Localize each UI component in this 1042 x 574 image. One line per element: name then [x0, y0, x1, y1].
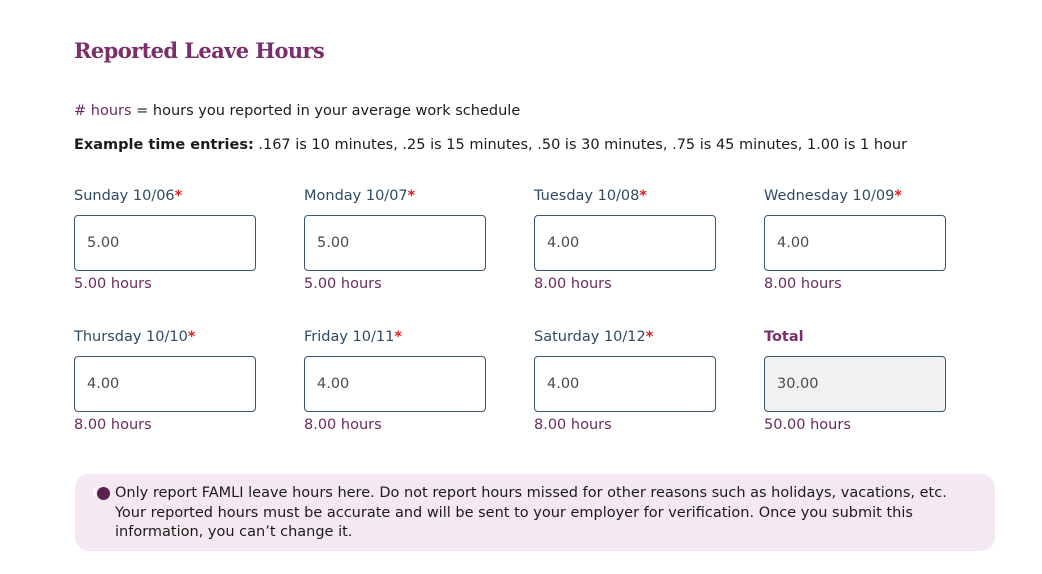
field-label: Tuesday 10/08*: [534, 186, 718, 206]
field-label: Sunday 10/06*: [74, 186, 258, 206]
field-label-text: Wednesday 10/09: [764, 188, 895, 204]
field-friday: Friday 10/11* 8.00 hours: [304, 327, 488, 433]
example-text: .167 is 10 minutes, .25 is 15 minutes, .…: [253, 137, 908, 153]
field-thursday: Thursday 10/10* 8.00 hours: [74, 327, 258, 433]
field-monday: Monday 10/07* 5.00 hours: [304, 186, 488, 292]
field-label-text: Saturday 10/12: [534, 329, 646, 345]
scheduled-hours: 5.00 hours: [304, 276, 382, 292]
required-asterisk: *: [407, 188, 416, 204]
field-label: Saturday 10/12*: [534, 327, 718, 347]
field-label-text: Sunday 10/06: [74, 188, 175, 204]
field-label-text: Thursday 10/10: [74, 329, 188, 345]
scheduled-hours: 8.00 hours: [534, 276, 612, 292]
field-sunday: Sunday 10/06* 5.00 hours: [74, 186, 258, 292]
tuesday-hours-input[interactable]: [534, 215, 716, 271]
required-asterisk: *: [645, 329, 654, 345]
notice-body: i Only report FAMLI leave hours here. Do …: [93, 484, 977, 543]
info-notice: i Only report FAMLI leave hours here. Do …: [75, 474, 995, 551]
required-asterisk: *: [894, 188, 902, 204]
notice-text: Only report FAMLI leave hours here. Do n…: [115, 485, 947, 540]
field-label-text: Friday 10/11: [304, 329, 395, 345]
example-time-entries: Example time entries: .167 is 10 minutes…: [74, 137, 907, 153]
page-title: Reported Leave Hours: [74, 38, 325, 63]
hours-legend-symbol: # hours: [74, 103, 132, 119]
field-label: Monday 10/07*: [304, 186, 488, 206]
field-total: Total 50.00 hours: [764, 327, 948, 433]
monday-hours-input[interactable]: [304, 215, 486, 271]
total-hours-input: [764, 356, 946, 412]
field-label: Friday 10/11*: [304, 327, 488, 347]
required-asterisk: *: [639, 188, 647, 204]
field-label: Thursday 10/10*: [74, 327, 258, 347]
hours-legend: # hours = hours you reported in your ave…: [74, 103, 520, 119]
hours-legend-text: = hours you reported in your average wor…: [131, 103, 521, 119]
field-wednesday: Wednesday 10/09* 8.00 hours: [764, 186, 948, 292]
field-label-text: Monday 10/07: [304, 188, 408, 204]
required-asterisk: *: [394, 329, 402, 345]
required-asterisk: *: [174, 188, 183, 204]
friday-hours-input[interactable]: [304, 356, 486, 412]
scheduled-hours: 8.00 hours: [304, 417, 382, 433]
field-label-text: Tuesday 10/08: [534, 188, 640, 204]
wednesday-hours-input[interactable]: [764, 215, 946, 271]
field-label: Wednesday 10/09*: [764, 186, 948, 206]
required-asterisk: *: [187, 329, 196, 345]
scheduled-hours: 8.00 hours: [764, 276, 842, 292]
thursday-hours-input[interactable]: [74, 356, 256, 412]
sunday-hours-input[interactable]: [74, 215, 256, 271]
field-tuesday: Tuesday 10/08* 8.00 hours: [534, 186, 718, 292]
scheduled-hours: 8.00 hours: [74, 417, 152, 433]
scheduled-hours: 5.00 hours: [74, 276, 152, 292]
total-label: Total: [764, 329, 804, 345]
field-saturday: Saturday 10/12* 8.00 hours: [534, 327, 718, 433]
example-label: Example time entries:: [74, 137, 254, 153]
info-icon: i: [93, 487, 110, 500]
saturday-hours-input[interactable]: [534, 356, 716, 412]
scheduled-hours: 8.00 hours: [534, 417, 612, 433]
total-scheduled-hours: 50.00 hours: [764, 417, 851, 433]
